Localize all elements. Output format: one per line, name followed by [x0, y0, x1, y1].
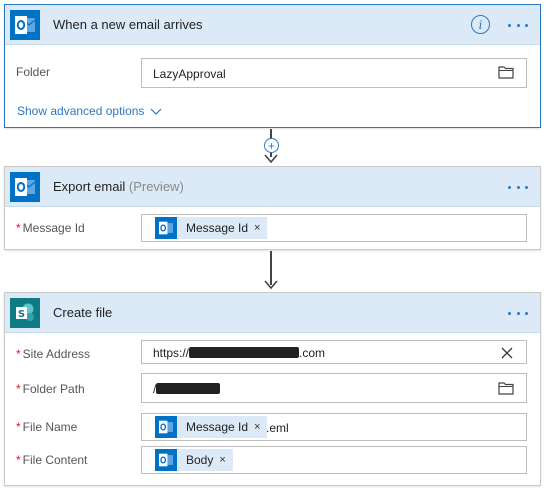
- info-icon[interactable]: i: [471, 15, 490, 34]
- message-id-row: * Message Id Message Id ×: [5, 214, 540, 242]
- remove-token-icon[interactable]: ×: [219, 454, 225, 466]
- create-file-card-header[interactable]: S Create file: [5, 293, 540, 333]
- site-address-row: * Site Address https://.com: [5, 340, 540, 368]
- more-options-icon[interactable]: [506, 301, 530, 325]
- plus-icon[interactable]: +: [264, 138, 279, 153]
- file-name-field[interactable]: Message Id × .eml: [141, 413, 527, 441]
- message-id-label: * Message Id: [16, 221, 85, 235]
- folder-path-row: * Folder Path /: [5, 373, 540, 403]
- create-file-card[interactable]: S Create file * Site Address https://.com…: [4, 292, 541, 486]
- create-file-title: Create file: [53, 305, 113, 320]
- message-id-field[interactable]: Message Id ×: [141, 214, 527, 242]
- trigger-card-header[interactable]: When a new email arrives i: [5, 5, 540, 45]
- file-name-row: * File Name Message Id × .eml: [5, 413, 540, 441]
- remove-token-icon[interactable]: ×: [254, 222, 260, 234]
- file-name-suffix: .eml: [266, 421, 289, 435]
- trigger-title: When a new email arrives: [53, 17, 203, 32]
- preview-label: (Preview): [128, 179, 184, 194]
- file-content-row: * File Content Body ×: [5, 446, 540, 474]
- message-id-token[interactable]: Message Id ×: [155, 217, 268, 239]
- site-address-value: https://.com: [153, 346, 326, 360]
- export-email-card[interactable]: Export email (Preview) * Message Id Messa…: [4, 166, 541, 250]
- chevron-down-icon: [151, 108, 162, 115]
- more-options-icon[interactable]: [506, 175, 530, 199]
- trigger-card[interactable]: When a new email arrives i Folder LazyAp…: [4, 4, 541, 128]
- svg-text:S: S: [18, 309, 25, 320]
- folder-icon[interactable]: [498, 381, 514, 398]
- message-id-token[interactable]: Message Id ×: [155, 416, 268, 438]
- export-email-title: Export email (Preview): [53, 179, 184, 194]
- file-content-field[interactable]: Body ×: [141, 446, 527, 474]
- redacted-text: [189, 347, 300, 358]
- close-icon[interactable]: [500, 346, 514, 363]
- redacted-text: [156, 383, 221, 394]
- folder-path-value: /: [153, 382, 221, 396]
- arrow-down-icon: [264, 154, 278, 164]
- file-name-label: * File Name: [16, 420, 78, 434]
- folder-value: LazyApproval: [153, 67, 226, 81]
- export-email-card-header[interactable]: Export email (Preview): [5, 167, 540, 207]
- body-token[interactable]: Body ×: [155, 449, 233, 471]
- file-content-label: * File Content: [16, 453, 88, 467]
- remove-token-icon[interactable]: ×: [254, 421, 260, 433]
- site-address-field[interactable]: https://.com: [141, 340, 527, 364]
- outlook-icon: [155, 217, 177, 239]
- outlook-icon: [10, 10, 40, 40]
- folder-row: Folder LazyApproval: [5, 58, 540, 88]
- sharepoint-icon: S: [10, 298, 40, 328]
- folder-path-field[interactable]: /: [141, 373, 527, 403]
- arrow-down-icon: [264, 280, 278, 290]
- folder-label: Folder: [16, 65, 51, 79]
- outlook-icon: [155, 416, 177, 438]
- show-advanced-options-label: Show advanced options: [17, 104, 145, 118]
- folder-icon[interactable]: [498, 65, 514, 82]
- more-options-icon[interactable]: [506, 13, 530, 37]
- outlook-icon: [10, 172, 40, 202]
- folder-path-label: * Folder Path: [16, 382, 85, 396]
- outlook-icon: [155, 449, 177, 471]
- folder-field[interactable]: LazyApproval: [141, 58, 527, 88]
- site-address-label: * Site Address: [16, 347, 91, 361]
- show-advanced-options-link[interactable]: Show advanced options: [17, 104, 163, 118]
